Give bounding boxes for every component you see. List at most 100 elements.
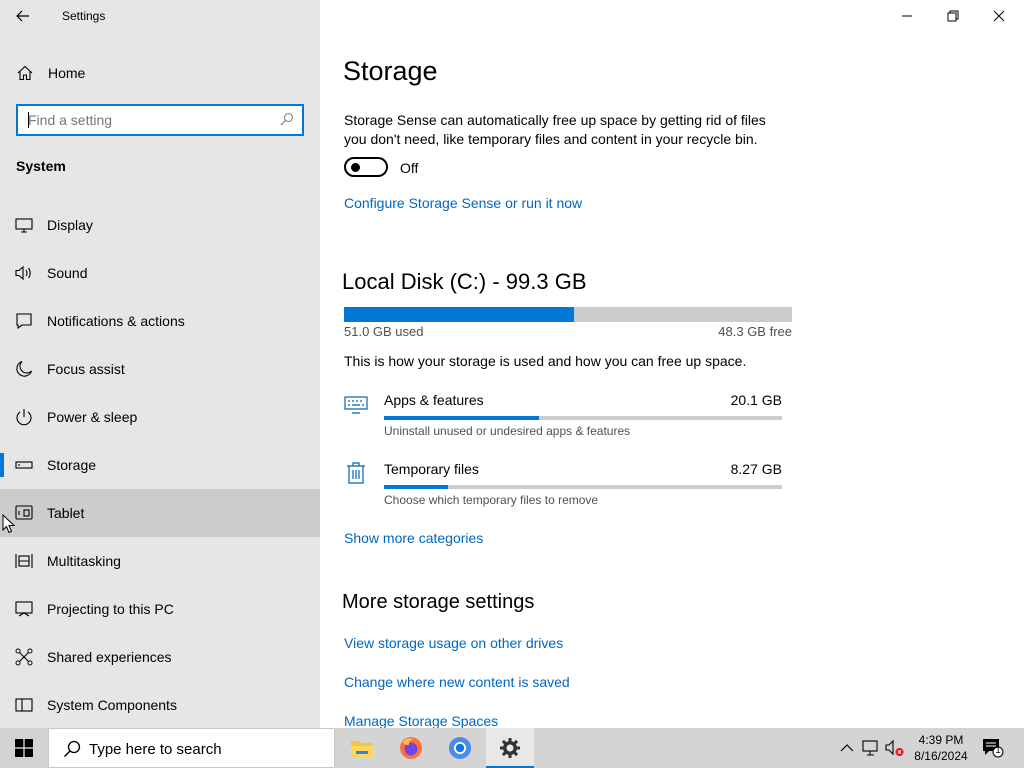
sidebar-item-label: Multitasking [47,553,121,569]
projecting-icon [15,601,33,617]
trash-icon [347,462,365,484]
action-center-button[interactable]: 1 [982,738,1004,758]
category-temporary-files[interactable]: Temporary files 8.27 GB Choose which tem… [344,461,784,511]
sidebar-item-projecting[interactable]: Projecting to this PC [0,585,320,633]
multitasking-icon [15,554,33,568]
manage-storage-spaces-link[interactable]: Manage Storage Spaces [344,713,498,729]
taskbar-clock[interactable]: 4:39 PM 8/16/2024 [906,732,976,764]
sidebar-item-tablet[interactable]: Tablet [0,489,320,537]
sidebar-nav: Display Sound Notifications & actions Fo… [0,201,320,729]
sidebar-item-label: Tablet [47,505,85,521]
minimize-icon [902,15,912,17]
sidebar-item-sound[interactable]: Sound [0,249,320,297]
disk-usage-fill [344,307,575,322]
minimize-button[interactable] [884,0,930,32]
back-button[interactable] [12,6,34,26]
disk-used-label: 51.0 GB used [344,324,424,339]
sidebar-item-display[interactable]: Display [0,201,320,249]
sidebar-item-focus-assist[interactable]: Focus assist [0,345,320,393]
home-label: Home [48,65,86,81]
category-usage-bar [384,416,782,420]
clock-time: 4:39 PM [918,733,964,747]
main-content: Storage Storage Sense can automatically … [320,0,1024,729]
focus-assist-icon [16,360,33,377]
start-button[interactable] [0,728,48,768]
storage-icon [15,461,33,469]
sidebar-item-multitasking[interactable]: Multitasking [0,537,320,585]
toggle-state-label: Off [400,160,419,176]
sidebar-item-label: Focus assist [47,361,125,377]
more-storage-settings-title: More storage settings [342,591,535,613]
sidebar-item-label: Power & sleep [47,409,138,425]
clock-date: 8/16/2024 [914,749,968,763]
page-title: Storage [343,56,438,86]
storage-sense-toggle[interactable] [344,157,388,177]
chevron-up-icon[interactable] [840,738,854,758]
sound-icon [15,265,31,281]
firefox-icon [400,737,422,759]
file-explorer-icon [351,741,373,757]
search-icon[interactable] [280,112,294,126]
toggle-knob [351,163,360,172]
chrome-taskbar-button[interactable] [436,728,484,768]
restore-icon [947,10,959,22]
sidebar-item-power-sleep[interactable]: Power & sleep [0,393,320,441]
text-caret [28,112,29,128]
change-new-content-location-link[interactable]: Change where new content is saved [344,674,570,690]
view-storage-other-drives-link[interactable]: View storage usage on other drives [344,635,563,651]
taskbar: Type here to search 4:39 PM 8/16/2024 1 [0,728,1024,768]
taskbar-search-box[interactable]: Type here to search [48,728,335,768]
file-explorer-taskbar-button[interactable] [338,728,386,768]
show-more-categories-link[interactable]: Show more categories [344,530,483,546]
tablet-icon [15,505,33,520]
category-description: Choose which temporary files to remove [384,493,599,507]
apps-features-icon [344,396,368,414]
category-name: Apps & features [384,392,484,408]
category-description: Uninstall unused or undesired apps & fea… [384,424,631,438]
settings-search-box[interactable] [16,104,304,136]
storage-usage-hint: This is how your storage is used and how… [344,353,747,369]
search-icon [63,740,81,758]
mouse-cursor-icon [2,514,16,534]
category-apps-features[interactable]: Apps & features 20.1 GB Uninstall unused… [344,392,784,442]
home-icon [17,65,33,81]
category-usage-bar [384,485,782,489]
sidebar-item-label: Storage [47,457,97,473]
disk-usage-bar [344,307,792,322]
category-usage-fill [384,485,448,489]
sidebar: Settings Home System Display Sound Notif… [0,0,320,728]
sidebar-item-label: Display [47,217,93,233]
sidebar-item-label: Shared experiences [47,649,172,665]
section-title: System [16,158,66,174]
category-usage-fill [384,416,540,420]
sidebar-item-notifications[interactable]: Notifications & actions [0,297,320,345]
selection-indicator [0,453,4,477]
restore-button[interactable] [930,0,976,32]
network-icon[interactable] [862,738,880,758]
category-name: Temporary files [384,461,479,477]
storage-sense-description: Storage Sense can automatically free up … [344,112,766,147]
app-title: Settings [62,9,106,23]
sidebar-item-label: System Components [47,697,177,713]
firefox-taskbar-button[interactable] [387,728,435,768]
configure-storage-sense-link[interactable]: Configure Storage Sense or run it now [344,195,582,211]
windows-logo-icon [15,739,33,757]
category-size: 8.27 GB [730,461,782,477]
disk-title: Local Disk (C:) - 99.3 GB [342,269,587,294]
sidebar-item-shared-experiences[interactable]: Shared experiences [0,633,320,681]
sidebar-item-home[interactable]: Home [0,52,320,94]
taskbar-search-placeholder: Type here to search [89,741,222,758]
settings-search-input[interactable] [18,106,268,134]
sidebar-item-system-components[interactable]: System Components [0,681,320,729]
gear-icon [500,738,520,758]
title-bar: Settings [0,0,320,32]
disk-free-label: 48.3 GB free [718,324,792,339]
sidebar-item-label: Sound [47,265,88,281]
close-icon [993,10,1005,22]
close-button[interactable] [976,0,1022,32]
settings-taskbar-button[interactable] [486,728,534,768]
sidebar-item-storage[interactable]: Storage [0,441,320,489]
volume-muted-icon[interactable] [885,738,905,758]
power-icon [16,409,32,426]
system-components-icon [15,698,33,712]
